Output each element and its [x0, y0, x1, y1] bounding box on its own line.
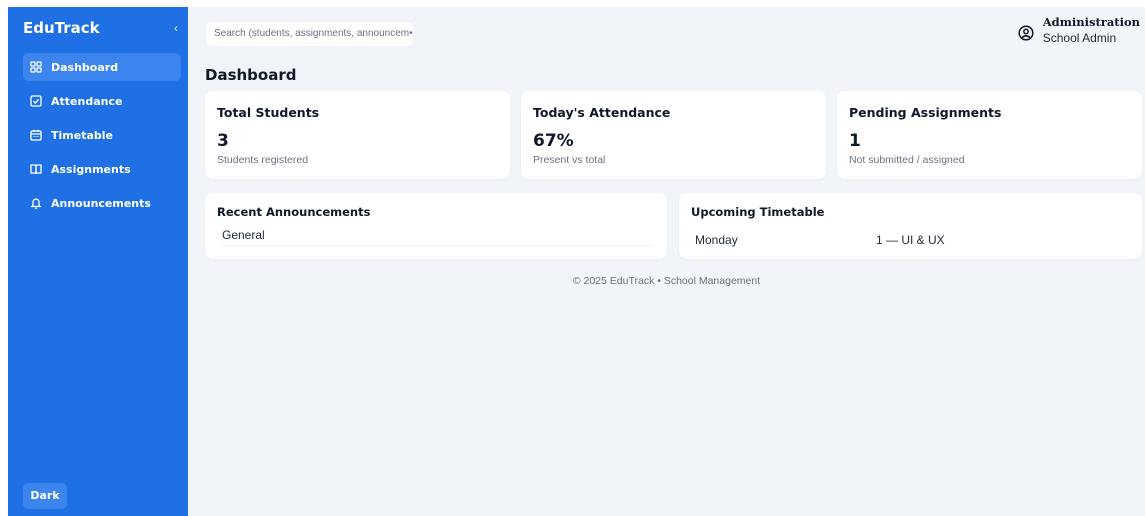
panel-title: Recent Announcements — [217, 205, 371, 219]
stat-title: Today's Attendance — [533, 105, 671, 120]
stat-value: 1 — [849, 131, 861, 151]
stat-subtitle: Present vs total — [533, 154, 606, 166]
timetable-day: Monday — [695, 233, 738, 247]
user-circle-icon — [1018, 25, 1034, 41]
sidebar-item-timetable[interactable]: Timetable — [23, 121, 181, 149]
timetable-detail: 1 — UI & UX — [876, 233, 945, 247]
stat-value: 3 — [217, 131, 229, 151]
page-title: Dashboard — [205, 66, 297, 84]
checkbox-icon — [30, 95, 42, 107]
sidebar-item-dashboard[interactable]: Dashboard — [23, 53, 181, 81]
calendar-icon — [30, 129, 42, 141]
sidebar-nav: Dashboard Attendance Timetable Assignmen… — [23, 53, 181, 223]
sidebar-item-label: Dashboard — [51, 60, 119, 74]
grid-icon — [30, 61, 42, 73]
sidebar-item-label: Assignments — [51, 162, 131, 176]
search-input[interactable]: Search (students, assignments, announcem… — [205, 21, 414, 47]
app-root: EduTrack ‹ Dashboard Attendance Timetabl… — [0, 0, 1145, 516]
sidebar-item-announcements[interactable]: Announcements — [23, 189, 181, 217]
stat-card-pending-assignments: Pending Assignments 1 Not submitted / as… — [837, 91, 1142, 179]
panel-title: Upcoming Timetable — [691, 205, 825, 219]
collapse-sidebar-button[interactable]: ‹ — [170, 21, 182, 35]
footer-text: © 2025 EduTrack • School Management — [572, 275, 761, 287]
sidebar: EduTrack ‹ Dashboard Attendance Timetabl… — [8, 7, 188, 516]
upcoming-timetable-panel: Upcoming Timetable Monday 1 — UI & UX — [679, 193, 1142, 259]
announcement-item[interactable]: General — [222, 228, 652, 246]
recent-announcements-panel: Recent Announcements General — [205, 193, 667, 259]
user-name: Administration — [1042, 15, 1140, 29]
stat-subtitle: Students registered — [217, 154, 309, 166]
main-content: Search (students, assignments, announcem… — [188, 7, 1145, 516]
stat-title: Pending Assignments — [849, 105, 1002, 120]
sidebar-item-label: Attendance — [51, 94, 123, 108]
stat-value: 67% — [533, 131, 574, 151]
sidebar-item-attendance[interactable]: Attendance — [23, 87, 181, 115]
stat-subtitle: Not submitted / assigned — [849, 154, 965, 166]
stat-card-attendance: Today's Attendance 67% Present vs total — [521, 91, 826, 179]
book-icon — [30, 163, 42, 175]
user-info: Administration School Admin — [1043, 15, 1140, 45]
dark-mode-toggle-button[interactable]: Dark — [23, 483, 67, 509]
sidebar-item-assignments[interactable]: Assignments — [23, 155, 181, 183]
brand-logo[interactable]: EduTrack — [23, 19, 100, 37]
bell-icon — [30, 197, 42, 209]
stat-card-total-students: Total Students 3 Students registered — [205, 91, 510, 179]
sidebar-item-label: Timetable — [51, 128, 113, 142]
user-role: School Admin — [1042, 31, 1117, 45]
user-menu[interactable]: Administration School Admin — [1018, 15, 1140, 45]
sidebar-item-label: Announcements — [51, 196, 151, 210]
stat-title: Total Students — [217, 105, 320, 120]
